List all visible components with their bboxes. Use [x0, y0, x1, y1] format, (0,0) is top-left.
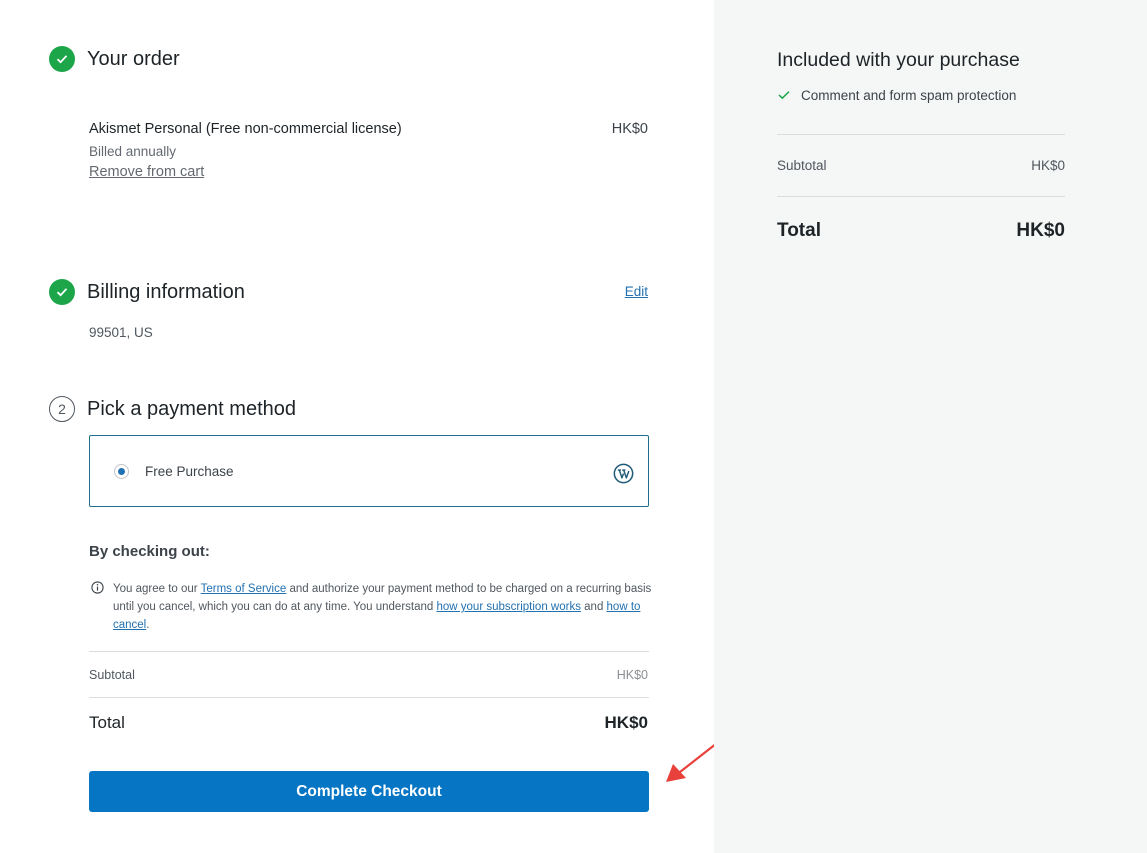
total-label: Total	[89, 713, 125, 732]
order-step-title: Your order	[87, 47, 180, 70]
sidebar-title: Included with your purchase	[777, 49, 1020, 71]
terms-of-service-link[interactable]: Terms of Service	[201, 583, 287, 595]
payment-option-label: Free Purchase	[145, 463, 234, 479]
terms-text-part: You agree to our	[113, 583, 201, 595]
divider	[777, 134, 1065, 135]
billing-address: 99501, US	[89, 325, 153, 340]
checkout-main: Your order Akismet Personal (Free non-co…	[0, 0, 737, 853]
sidebar-total-value: HK$0	[1016, 220, 1065, 241]
edit-billing-link[interactable]: Edit	[625, 284, 648, 299]
remove-from-cart-link[interactable]: Remove from cart	[89, 164, 204, 180]
check-icon	[777, 88, 791, 107]
terms-text-part: .	[146, 619, 150, 631]
complete-checkout-button[interactable]: Complete Checkout	[89, 771, 649, 812]
divider	[89, 697, 649, 698]
subtotal-value: HK$0	[616, 668, 648, 682]
sidebar-subtotal-value: HK$0	[1031, 158, 1065, 173]
billing-step-title: Billing information	[87, 280, 245, 303]
payment-step-title: Pick a payment method	[87, 397, 296, 420]
payment-step-header: 2 Pick a payment method	[49, 396, 296, 422]
check-icon	[49, 279, 75, 305]
wordpress-icon	[613, 463, 634, 489]
terms-text-part: and	[580, 601, 607, 613]
order-summary-sidebar	[714, 0, 1147, 853]
info-icon	[91, 581, 104, 599]
check-icon	[49, 46, 75, 72]
step-number-badge: 2	[49, 396, 75, 422]
subtotal-label: Subtotal	[89, 668, 135, 682]
terms-heading: By checking out:	[89, 543, 210, 560]
divider	[89, 651, 649, 652]
terms-text: You agree to our Terms of Service and au…	[113, 580, 653, 634]
radio-selected-dot	[118, 467, 125, 475]
order-item-price: HK$0	[611, 121, 648, 137]
payment-option-free-purchase[interactable]: Free Purchase	[89, 435, 649, 507]
payment-radio[interactable]	[114, 463, 129, 479]
total-value: HK$0	[604, 713, 648, 732]
order-step-header: Your order	[49, 46, 180, 72]
sidebar-subtotal-label: Subtotal	[777, 158, 827, 173]
order-item-name: Akismet Personal (Free non-commercial li…	[89, 121, 402, 137]
included-feature: Comment and form spam protection	[801, 88, 1017, 103]
sidebar-total-label: Total	[777, 220, 821, 241]
subscription-works-link[interactable]: how your subscription works	[437, 601, 581, 613]
divider	[777, 196, 1065, 197]
billing-period: Billed annually	[89, 144, 177, 159]
billing-step-header: Billing information	[49, 279, 245, 305]
